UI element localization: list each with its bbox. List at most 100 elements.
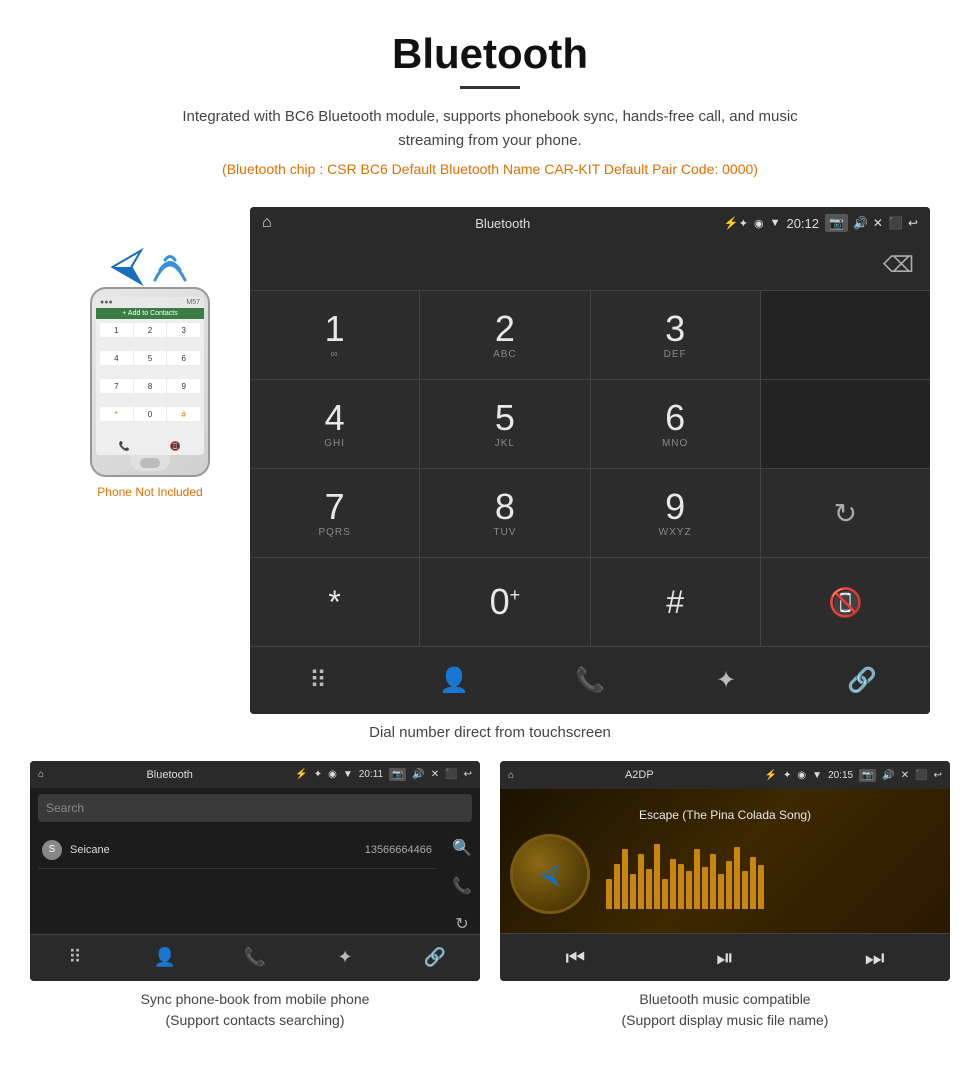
phone-screen: ●●●M57 + Add to Contacts 123 456 789 * 0…	[96, 297, 204, 455]
pb-bt-icon: ✦	[314, 769, 322, 780]
music-loc-icon: ◉	[797, 770, 806, 781]
visualizer-bar	[742, 871, 748, 909]
key-0[interactable]: 0+	[420, 558, 589, 646]
pb-back-icon[interactable]: ↩	[464, 769, 472, 780]
music-vol-icon[interactable]: 🔊	[882, 770, 894, 781]
visualizer-bar	[718, 874, 724, 909]
status-time: 20:12	[786, 216, 819, 231]
main-section: ⮘ ●●●M57 + Add to Contacts 123 456	[0, 207, 980, 714]
next-track-button[interactable]: ⏭	[865, 945, 885, 971]
wifi-icon: ▼	[770, 217, 781, 229]
key-1[interactable]: 1 ∞	[250, 291, 419, 379]
pb-nav-bt[interactable]: ✦	[337, 947, 352, 968]
key-call-end[interactable]: 📵	[761, 558, 930, 646]
key-6[interactable]: 6 MNO	[591, 380, 760, 468]
phone-screen-header: ●●●M57	[96, 297, 204, 308]
phonebook-caption: Sync phone-book from mobile phone(Suppor…	[141, 989, 370, 1031]
back-icon[interactable]: ↩	[908, 216, 918, 230]
album-bluetooth-icon: ⮘	[540, 858, 560, 891]
visualizer-bar	[702, 867, 708, 909]
phone-bottom-bar	[130, 455, 170, 471]
visualizer-bar	[750, 857, 756, 909]
pb-nav-link[interactable]: 🔗	[424, 947, 446, 968]
music-bt-icon: ✦	[783, 770, 791, 781]
volume-icon[interactable]: 🔊	[853, 216, 868, 230]
music-x-icon[interactable]: ✕	[901, 770, 909, 781]
status-right-icons: 📷 🔊 ✕ ⬛ ↩	[825, 214, 918, 232]
location-icon: ◉	[754, 217, 764, 230]
visualizer-bar	[654, 844, 660, 909]
dial-caption: Dial number direct from touchscreen	[0, 724, 980, 741]
pb-side-icons: 🔍 📞 ↻	[444, 828, 480, 934]
phone-home-button	[140, 458, 160, 468]
pb-nav-contacts[interactable]: 👤	[154, 947, 176, 968]
visualizer-bar	[662, 879, 668, 909]
key-8[interactable]: 8 TUV	[420, 469, 589, 557]
music-back-icon[interactable]: ↩	[934, 770, 942, 781]
pb-x-icon[interactable]: ✕	[431, 769, 439, 780]
nav-bluetooth-icon[interactable]: ✦	[716, 666, 736, 695]
key-2[interactable]: 2 ABC	[420, 291, 589, 379]
prev-track-button[interactable]: ⏮	[565, 945, 585, 971]
pb-search-side-icon[interactable]: 🔍	[452, 838, 472, 858]
pb-fs-icon[interactable]: ⬛	[445, 769, 457, 780]
camera-icon[interactable]: 📷	[825, 214, 848, 232]
visualizer-bar	[694, 849, 700, 909]
phone-mockup: ●●●M57 + Add to Contacts 123 456 789 * 0…	[90, 287, 210, 477]
visualizer-bar	[630, 874, 636, 909]
pb-wifi-icon: ▼	[343, 769, 353, 780]
pb-nav-phone[interactable]: 📞	[244, 947, 266, 968]
music-camera-icon[interactable]: 📷	[859, 769, 876, 782]
music-song-title: Escape (The Pina Colada Song)	[639, 808, 811, 822]
music-item: ⌂ A2DP ⚡ ✦ ◉ ▼ 20:15 📷 🔊 ✕ ⬛ ↩ Escape (T…	[500, 761, 950, 1031]
android-dial-screen: ⌂ Bluetooth ⚡ ✦ ◉ ▼ 20:12 📷 🔊 ✕ ⬛ ↩ ⌫	[250, 207, 930, 714]
nav-phone-icon[interactable]: 📞	[575, 666, 605, 695]
pb-vol-icon[interactable]: 🔊	[412, 769, 424, 780]
music-caption: Bluetooth music compatible(Support displ…	[622, 989, 829, 1031]
key-7[interactable]: 7 PQRS	[250, 469, 419, 557]
bluetooth-icon-large: ⮘	[110, 237, 144, 293]
visualizer-bar	[710, 854, 716, 909]
nav-keypad-icon[interactable]: ⠿	[309, 666, 327, 695]
key-5[interactable]: 5 JKL	[420, 380, 589, 468]
backspace-button[interactable]: ⌫	[883, 252, 914, 278]
bluetooth-status-icon: ✦	[739, 217, 748, 230]
album-art: ⮘	[510, 834, 590, 914]
pb-contact-name: Seicane	[70, 844, 365, 856]
visualizer-bar	[734, 847, 740, 909]
pb-call-side-icon[interactable]: 📞	[452, 876, 472, 896]
info-line: (Bluetooth chip : CSR BC6 Default Blueto…	[0, 161, 980, 177]
key-star[interactable]: *	[250, 558, 419, 646]
play-pause-button[interactable]: ⏯	[716, 945, 734, 971]
close-icon[interactable]: ✕	[873, 216, 883, 230]
music-content-row: ⮘	[510, 834, 940, 914]
music-wifi-icon: ▼	[812, 770, 822, 781]
key-refresh[interactable]: ↻	[761, 469, 930, 557]
music-controls: ⏮ ⏯ ⏭	[500, 933, 950, 981]
nav-settings-icon[interactable]: 🔗	[847, 666, 877, 695]
status-bar: ⌂ Bluetooth ⚡ ✦ ◉ ▼ 20:12 📷 🔊 ✕ ⬛ ↩	[250, 207, 930, 239]
visualizer-bar	[726, 861, 732, 909]
music-home-icon[interactable]: ⌂	[508, 770, 514, 781]
nav-contacts-icon[interactable]: 👤	[439, 666, 469, 695]
pb-nav-keypad[interactable]: ⠿	[68, 947, 81, 968]
visualizer-bar	[646, 869, 652, 909]
pb-search-bar[interactable]: Search	[38, 794, 472, 821]
key-hash[interactable]: #	[591, 558, 760, 646]
usb-icon: ⚡	[724, 216, 739, 230]
pb-contact-list: S Seicane 13566664466	[30, 828, 444, 934]
pb-home-icon[interactable]: ⌂	[38, 769, 44, 780]
pb-contact-row[interactable]: S Seicane 13566664466	[38, 832, 436, 869]
key-9[interactable]: 9 WXYZ	[591, 469, 760, 557]
key-4[interactable]: 4 GHI	[250, 380, 419, 468]
music-status-title: A2DP	[520, 769, 759, 781]
pb-refresh-side-icon[interactable]: ↻	[455, 914, 468, 934]
music-fs-icon[interactable]: ⬛	[915, 770, 927, 781]
pb-bottom-nav: ⠿ 👤 📞 ✦ 🔗	[30, 934, 480, 981]
key-empty-2	[761, 380, 930, 468]
pb-contact-number: 13566664466	[365, 844, 432, 856]
fullscreen-icon[interactable]: ⬛	[888, 216, 903, 230]
pb-camera-icon[interactable]: 📷	[389, 768, 406, 781]
home-icon[interactable]: ⌂	[262, 214, 272, 232]
key-3[interactable]: 3 DEF	[591, 291, 760, 379]
